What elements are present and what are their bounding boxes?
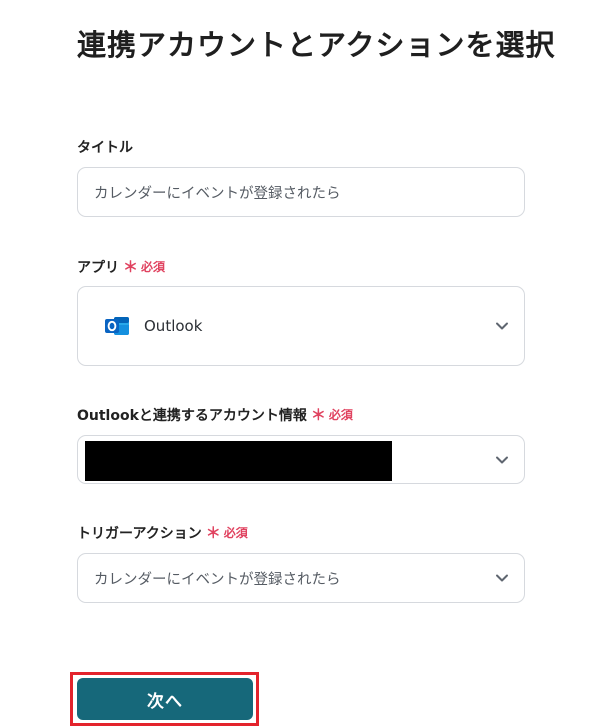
app-select[interactable]: Outlook — [77, 286, 525, 366]
required-asterisk: ＊ — [205, 524, 221, 542]
title-input[interactable]: カレンダーにイベントが登録されたら — [77, 167, 525, 217]
required-asterisk: ＊ — [123, 258, 139, 276]
trigger-action-select[interactable]: カレンダーにイベントが登録されたら — [77, 553, 525, 603]
account-field-label: Outlookと連携するアカウント情報 ＊ 必須 — [77, 404, 353, 425]
app-label-text: アプリ — [77, 259, 119, 276]
required-asterisk: ＊ — [310, 406, 326, 424]
title-input-value: カレンダーにイベントが登録されたら — [94, 185, 341, 202]
app-select-value: Outlook — [144, 317, 203, 335]
next-button[interactable]: 次へ — [77, 678, 253, 720]
account-label-text: Outlookと連携するアカウント情報 — [77, 407, 307, 424]
required-text: 必須 — [141, 260, 166, 274]
redacted-account-info — [85, 441, 392, 481]
outlook-icon — [105, 317, 129, 335]
title-field-label: タイトル — [77, 137, 133, 157]
trigger-action-select-value: カレンダーにイベントが登録されたら — [94, 571, 341, 588]
trigger-action-label-text: トリガーアクション — [77, 525, 202, 542]
chevron-down-icon — [496, 322, 508, 330]
required-text: 必須 — [223, 526, 248, 540]
trigger-action-field-label: トリガーアクション ＊ 必須 — [77, 522, 248, 543]
app-field-label: アプリ ＊ 必須 — [77, 256, 165, 277]
required-text: 必須 — [328, 408, 353, 422]
title-label-text: タイトル — [77, 140, 133, 156]
page: 連携アカウントとアクションを選択 タイトル カレンダーにイベントが登録されたら … — [0, 0, 603, 728]
chevron-down-icon — [496, 574, 508, 582]
chevron-down-icon — [496, 456, 508, 463]
page-title: 連携アカウントとアクションを選択 — [77, 28, 556, 62]
